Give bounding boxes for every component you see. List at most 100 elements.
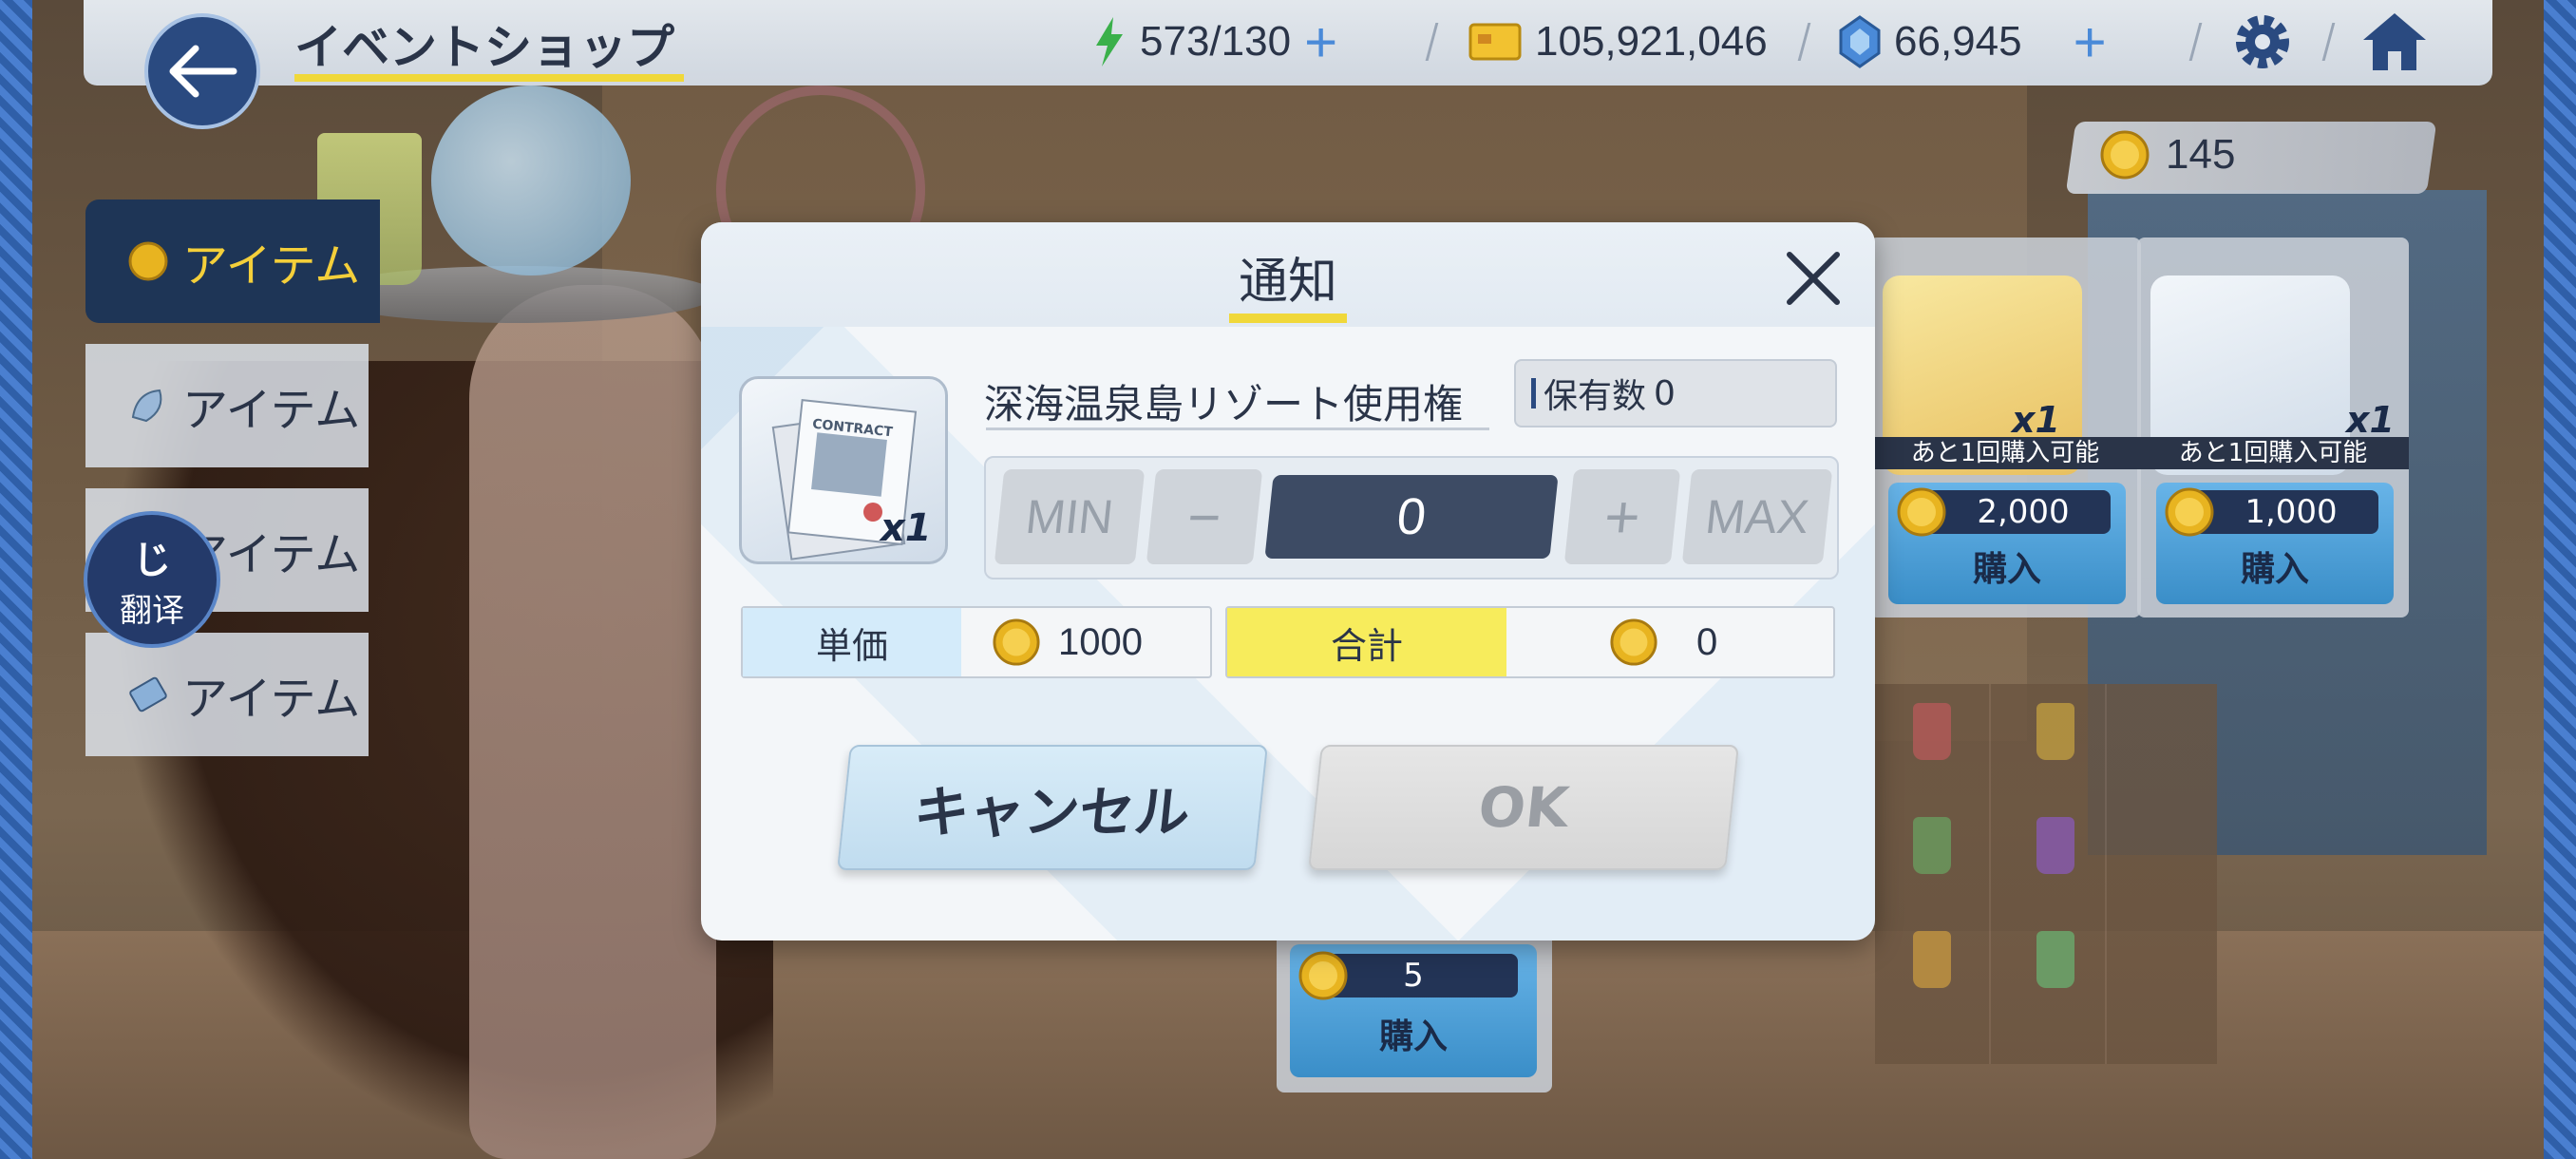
- notification-dialog: 通知 CONTRACT x1 深海温泉島リゾート使用権 保有数 0 MIN − …: [701, 222, 1875, 940]
- gems-value: 66,945: [1894, 18, 2022, 65]
- owned-bar: [1531, 378, 1536, 408]
- ok-label: OK: [1475, 775, 1572, 840]
- coin-icon: [1298, 951, 1348, 1000]
- coin-icon: [1897, 487, 1946, 537]
- tab-label: アイテム: [182, 239, 361, 293]
- stamina-display: 573/130 +: [1092, 10, 1337, 74]
- tab-item-1[interactable]: アイテム: [85, 200, 380, 323]
- total-row: 合計 0: [1225, 606, 1835, 678]
- event-coin-value: 145: [2166, 131, 2236, 178]
- increment-button[interactable]: +: [1563, 469, 1681, 564]
- minus-label: −: [1184, 484, 1225, 549]
- page-title: イベントショップ: [294, 20, 674, 75]
- ticket-icon: [129, 676, 167, 712]
- unit-price-row: 単価 1000: [741, 606, 1212, 678]
- cancel-button[interactable]: キャンセル: [837, 745, 1268, 870]
- stamina-value: 573/130: [1140, 18, 1292, 65]
- item-icon: CONTRACT x1: [739, 376, 948, 564]
- item-name-underline: [986, 428, 1489, 430]
- money-display: 105,921,046: [1468, 13, 1768, 70]
- plus-label: +: [1601, 483, 1644, 551]
- decrement-button[interactable]: −: [1146, 469, 1263, 564]
- max-label: MAX: [1702, 490, 1812, 543]
- add-gems-button[interactable]: +: [2074, 10, 2107, 75]
- min-button[interactable]: MIN: [994, 469, 1146, 564]
- shaved-ice-bowl: [431, 86, 631, 276]
- close-button[interactable]: [1776, 241, 1850, 315]
- coin-icon: [2165, 487, 2214, 537]
- translate-button[interactable]: じ 翻译: [84, 511, 220, 648]
- owned-label: 保有数: [1544, 377, 1647, 416]
- tab-item-4[interactable]: アイテム: [85, 633, 369, 756]
- unit-price-label: 単価: [743, 608, 961, 676]
- character-body: [469, 285, 716, 1159]
- right-border: [2544, 0, 2576, 1159]
- left-border: [0, 0, 32, 1159]
- item-qty: x1: [881, 506, 932, 550]
- translate-label: 翻译: [120, 591, 184, 630]
- purchase-limit: あと1回購入可能: [1869, 437, 2141, 469]
- shelf-cup: [1913, 931, 1951, 988]
- shelf-cup: [1913, 703, 1951, 760]
- ok-button[interactable]: OK: [1308, 745, 1739, 870]
- card-price: 1,000: [2245, 493, 2338, 531]
- min-label: MIN: [1023, 490, 1116, 543]
- settings-button[interactable]: [2228, 8, 2297, 80]
- gems-display: 66,945 +: [1839, 10, 2107, 74]
- shelf-cup: [1913, 817, 1951, 874]
- event-coin-icon: [2100, 130, 2150, 180]
- quantity-stepper: MIN − 0 + MAX: [984, 456, 1839, 580]
- tab-label: アイテム: [182, 384, 361, 437]
- coin-icon: [993, 618, 1040, 666]
- shelf-cup: [2036, 817, 2074, 874]
- dialog-title: 通知: [1238, 254, 1337, 311]
- coin-icon: [1610, 618, 1657, 666]
- close-icon: [1787, 252, 1840, 305]
- total-value-wrap: 0: [1609, 608, 1717, 676]
- gear-icon: [2236, 15, 2289, 68]
- shell-icon: [131, 389, 162, 423]
- quantity-value: 0: [1393, 488, 1430, 545]
- buy-button[interactable]: 1,000 購入: [2156, 483, 2394, 604]
- unit-price-value-wrap: 1000: [992, 608, 1143, 676]
- coin-icon: [128, 241, 168, 281]
- title-underline: [294, 74, 684, 82]
- card-price: 2,000: [1977, 493, 2070, 531]
- total-label: 合計: [1227, 608, 1506, 676]
- tab-label: アイテム: [182, 673, 361, 726]
- money-card-icon: [1468, 23, 1522, 61]
- item-name: 深海温泉島リゾート使用権: [984, 381, 1464, 428]
- dialog-title-underline: [1229, 314, 1347, 323]
- owned-value: 0: [1654, 373, 1676, 413]
- max-button[interactable]: MAX: [1681, 469, 1833, 564]
- quantity-field[interactable]: 0: [1264, 475, 1559, 559]
- purchase-limit: あと1回購入可能: [2137, 437, 2409, 469]
- arrow-left-icon: [169, 45, 237, 98]
- home-button[interactable]: [2359, 10, 2430, 78]
- translate-logo: じ: [133, 538, 171, 582]
- buy-label: 購入: [1972, 550, 2041, 589]
- back-button[interactable]: [144, 13, 260, 129]
- tab-item-2[interactable]: アイテム: [85, 344, 369, 467]
- buy-label: 購入: [2240, 550, 2309, 589]
- card-price: 5: [1403, 957, 1424, 995]
- buy-button[interactable]: 5 購入: [1290, 944, 1537, 1077]
- shop-card[interactable]: x1 あと1回購入可能 1,000 購入: [2137, 238, 2409, 618]
- shop-card-bottom[interactable]: 5 購入: [1277, 940, 1552, 1092]
- lightning-icon: [1096, 17, 1123, 66]
- unit-price-value: 1000: [1058, 620, 1143, 663]
- event-coin-display: 145: [2099, 129, 2235, 180]
- money-value: 105,921,046: [1535, 18, 1768, 65]
- card-qty: x1: [2346, 399, 2395, 441]
- shop-card[interactable]: x1 あと1回購入可能 2,000 購入: [1869, 238, 2141, 618]
- total-value: 0: [1696, 620, 1718, 663]
- shelf-cup: [2036, 703, 2074, 760]
- gem-icon: [1839, 15, 1881, 68]
- buy-button[interactable]: 2,000 購入: [1888, 483, 2126, 604]
- add-stamina-button[interactable]: +: [1304, 10, 1337, 75]
- buy-label: 購入: [1378, 1017, 1448, 1056]
- cancel-label: キャンセル: [910, 780, 1194, 845]
- owned-count: 保有数 0: [1514, 359, 1837, 428]
- card-qty: x1: [2012, 399, 2060, 441]
- shelf-cup: [2036, 931, 2074, 988]
